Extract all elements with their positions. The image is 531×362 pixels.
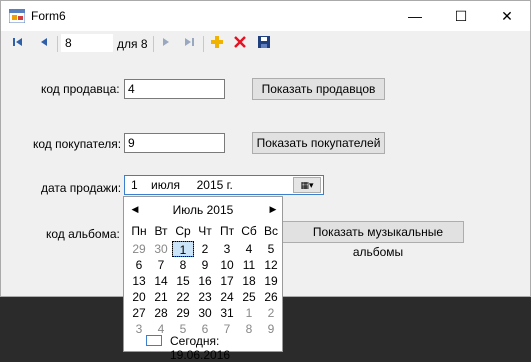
title-bar: Form6 — ☐ ✕ <box>1 1 530 31</box>
calendar-day[interactable]: 1 <box>238 305 260 321</box>
minimize-button[interactable]: — <box>392 1 438 31</box>
calendar-month-title[interactable]: Июль 2015 <box>124 203 282 217</box>
seller-code-label: код продавца: <box>41 82 120 96</box>
calendar-day[interactable]: 23 <box>194 289 216 305</box>
move-last-icon <box>185 38 194 46</box>
calendar-day[interactable]: 9 <box>194 257 216 273</box>
calendar-day[interactable]: 19 <box>260 273 282 289</box>
close-button[interactable]: ✕ <box>484 1 530 31</box>
position-input[interactable] <box>61 34 113 52</box>
weekday-label: Пт <box>219 224 235 238</box>
close-icon: ✕ <box>501 8 513 24</box>
calendar-day[interactable]: 10 <box>216 257 238 273</box>
buyer-code-label: код покупателя: <box>33 137 122 151</box>
calendar-day[interactable]: 24 <box>216 289 238 305</box>
calendar-day[interactable]: 30 <box>150 241 172 257</box>
calendar-day[interactable]: 8 <box>172 257 194 273</box>
sale-date-picker[interactable]: 1 июля 2015 г. ▦▾ <box>124 175 324 195</box>
move-first-icon <box>13 38 22 46</box>
delete-button[interactable] <box>231 35 249 53</box>
calendar-day[interactable]: 16 <box>194 273 216 289</box>
toolbar-separator <box>153 36 154 52</box>
maximize-button[interactable]: ☐ <box>438 1 484 31</box>
record-count-label: для 8 <box>117 37 148 51</box>
calendar-day[interactable]: 18 <box>238 273 260 289</box>
delete-icon <box>234 36 246 48</box>
weekday-label: Пн <box>131 224 147 238</box>
calendar-popup: ◀ Июль 2015 ▶ Пн Вт Ср Чт Пт Сб Вс 29 30 1… <box>123 196 283 362</box>
move-previous-button[interactable] <box>35 35 53 53</box>
calendar-day[interactable]: 4 <box>238 241 260 257</box>
move-last-button[interactable] <box>180 35 198 53</box>
calendar-day[interactable]: 2 <box>194 241 216 257</box>
seller-code-input[interactable] <box>124 79 225 99</box>
sale-date-value[interactable]: 1 июля 2015 г. <box>131 178 233 192</box>
add-icon <box>211 36 223 48</box>
move-previous-icon <box>41 38 47 46</box>
weekday-label: Ср <box>175 224 191 238</box>
show-albums-button[interactable]: Показать музыкальные альбомы <box>252 221 464 259</box>
save-icon <box>258 36 270 48</box>
calendar-day[interactable]: 21 <box>150 289 172 305</box>
calendar-day[interactable]: 3 <box>216 241 238 257</box>
sale-date-label: дата продажи: <box>41 181 122 195</box>
weekday-label: Вт <box>154 224 168 238</box>
calendar-day[interactable]: 17 <box>216 273 238 289</box>
today-link[interactable]: Сегодня: 19.06.2016 <box>142 333 282 362</box>
show-sellers-button[interactable]: Показать продавцов <box>252 78 385 100</box>
calendar-day[interactable]: 29 <box>128 241 150 257</box>
today-label[interactable]: Сегодня: 19.06.2016 <box>170 334 282 362</box>
calendar-day[interactable]: 5 <box>260 241 282 257</box>
calendar-day[interactable]: 22 <box>172 289 194 305</box>
calendar-day[interactable]: 15 <box>172 273 194 289</box>
save-button[interactable] <box>255 35 273 53</box>
calendar-day[interactable]: 30 <box>194 305 216 321</box>
calendar-day[interactable]: 26 <box>260 289 282 305</box>
calendar-day[interactable]: 28 <box>150 305 172 321</box>
toolbar-separator <box>57 36 58 52</box>
buyer-code-input[interactable] <box>124 133 225 153</box>
calendar-day[interactable]: 20 <box>128 289 150 305</box>
calendar-day[interactable]: 29 <box>172 305 194 321</box>
move-next-button[interactable] <box>157 35 175 53</box>
calendar-day[interactable]: 2 <box>260 305 282 321</box>
calendar-day[interactable]: 12 <box>260 257 282 273</box>
weekday-label: Чт <box>198 224 212 238</box>
toolbar-separator <box>203 36 204 52</box>
today-marker-icon <box>146 335 162 346</box>
minimize-icon: — <box>408 8 422 24</box>
weekday-label: Сб <box>241 224 257 238</box>
maximize-icon: ☐ <box>454 8 468 24</box>
calendar-icon: ▦▾ <box>300 180 314 190</box>
calendar-day[interactable]: 25 <box>238 289 260 305</box>
calendar-day[interactable]: 7 <box>150 257 172 273</box>
calendar-day[interactable]: 6 <box>128 257 150 273</box>
calendar-header: ◀ Июль 2015 ▶ <box>124 201 282 219</box>
window-title: Form6 <box>31 9 66 23</box>
weekday-label: Вс <box>263 224 278 238</box>
calendar-day[interactable]: 27 <box>128 305 150 321</box>
show-buyers-button[interactable]: Показать покупателей <box>252 132 385 154</box>
move-first-button[interactable] <box>9 35 27 53</box>
calendar-day[interactable]: 11 <box>238 257 260 273</box>
next-month-icon[interactable]: ▶ <box>266 201 280 217</box>
calendar-day[interactable]: 31 <box>216 305 238 321</box>
album-code-label: код альбома: <box>46 227 120 241</box>
move-next-icon <box>163 38 169 46</box>
add-new-button[interactable] <box>208 35 226 53</box>
calendar-dropdown-button[interactable]: ▦▾ <box>293 177 321 193</box>
calendar-day[interactable]: 14 <box>150 273 172 289</box>
calendar-day[interactable]: 1 <box>172 241 194 257</box>
app-icon <box>9 9 25 23</box>
calendar-day[interactable]: 13 <box>128 273 150 289</box>
weekday-header: Пн Вт Ср Чт Пт Сб Вс <box>128 224 282 240</box>
